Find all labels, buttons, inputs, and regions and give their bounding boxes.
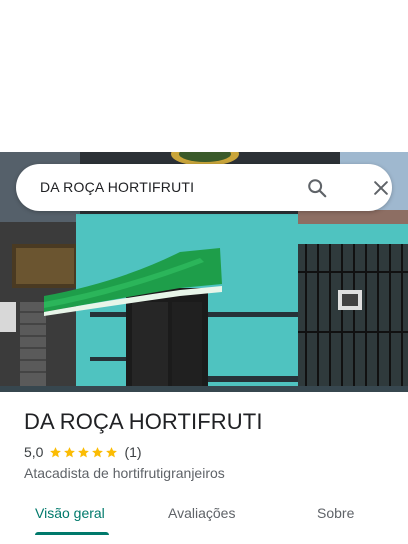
- star-icon: [50, 446, 62, 457]
- tab-reviews[interactable]: Avaliações: [168, 505, 235, 521]
- star-icon: [92, 446, 104, 457]
- rating-row[interactable]: 5,0 (1): [24, 444, 142, 460]
- search-query-text[interactable]: DA ROÇA HORTIFRUTI: [40, 179, 194, 195]
- search-bar[interactable]: DA ROÇA HORTIFRUTI: [16, 164, 392, 211]
- place-category[interactable]: Atacadista de hortifrutigranjeiros: [24, 465, 225, 481]
- star-icon: [106, 446, 118, 457]
- tab-about[interactable]: Sobre: [317, 505, 354, 521]
- star-icon: [78, 446, 90, 457]
- review-count[interactable]: (1): [124, 444, 141, 460]
- place-title: DA ROÇA HORTIFRUTI: [24, 409, 263, 434]
- star-icon: [64, 446, 76, 457]
- rating-value: 5,0: [24, 444, 44, 460]
- tab-overview[interactable]: Visão geral: [35, 505, 105, 521]
- star-rating: [49, 446, 119, 459]
- search-icon[interactable]: [304, 175, 330, 201]
- map-blank-area: [0, 0, 408, 152]
- active-tab-indicator: [35, 532, 109, 535]
- place-tabs: Visão geral Avaliações Sobre: [0, 498, 408, 538]
- close-icon[interactable]: [368, 175, 394, 201]
